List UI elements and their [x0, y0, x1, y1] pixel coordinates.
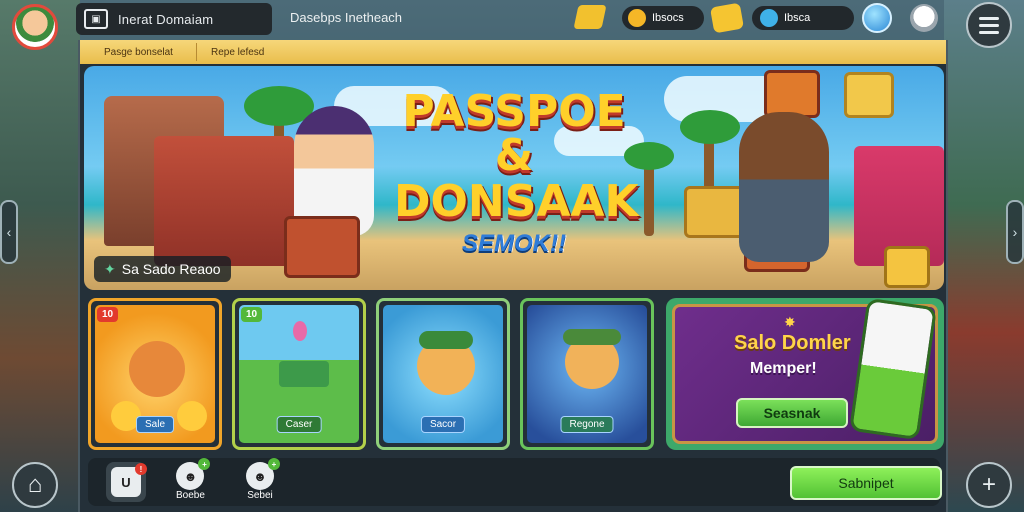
crate-illustration: [284, 216, 360, 278]
hamburger-menu-button[interactable]: [966, 2, 1012, 48]
banner-caption: ✦ Sa Sado Reaoo: [94, 256, 231, 282]
bottom-item-3[interactable]: ☻ + Sebei: [246, 458, 280, 501]
tab-secondary[interactable]: Repe lefesd: [196, 43, 278, 61]
inventory-icon: U !: [111, 463, 147, 497]
tab-row: Pasge bonselat Repe lefesd: [80, 40, 946, 64]
red-house-illustration: [154, 136, 294, 266]
logo-line-1: PASSPOE &: [402, 86, 626, 181]
tab-primary[interactable]: Pasge bonselat: [90, 43, 187, 61]
card-label: Caser: [276, 416, 322, 433]
gem-count: Ibsca: [784, 12, 811, 24]
card-label: Regone: [560, 416, 614, 433]
plus-icon: +: [981, 471, 996, 498]
game-card-1[interactable]: 10 Sale: [88, 298, 222, 450]
top-bar: ▣ Inerat Domaiam Dasebps Inetheach Ibsoc…: [0, 0, 1024, 50]
diamond-shop-icon[interactable]: [862, 3, 892, 33]
ticket-icon: [573, 5, 607, 29]
notification-dot: !: [135, 463, 147, 475]
gem-counter[interactable]: Ibsca: [752, 6, 854, 30]
inventory-button[interactable]: U !: [106, 462, 147, 502]
game-card-2[interactable]: 10 Caser: [232, 298, 366, 450]
gem-coin-icon: [760, 9, 778, 27]
game-card-4[interactable]: Regone: [520, 298, 654, 450]
cta-button[interactable]: Sabnipet: [790, 466, 942, 500]
logo-line-2: DONSAAK: [394, 176, 639, 227]
mascot-settings-icon[interactable]: [910, 4, 938, 32]
card-label: Sale: [135, 416, 175, 433]
chat-icon: ☻ +: [246, 458, 280, 490]
main-panel: Pasge bonselat Repe lefesd PASSPOE & DON…: [78, 40, 948, 512]
logo-line-3: SEMOK!!: [462, 230, 566, 257]
card-badge: 10: [97, 307, 119, 322]
promo-card[interactable]: ✸ Salo Domler Memper! Seasnak: [666, 297, 944, 450]
coin-icon: [628, 9, 646, 27]
ticket-counter[interactable]: Ibsocs: [622, 6, 704, 30]
sparkle-icon: ✦: [104, 260, 116, 277]
card-label: Sacor: [420, 416, 466, 433]
card-badge: 10: [241, 307, 263, 322]
bottom-item-2[interactable]: ☻ + Boebe: [176, 458, 211, 501]
friend-icon: ☻ +: [176, 458, 211, 490]
game-logo: PASSPOE & DONSAAK SEMOK!!: [394, 86, 639, 258]
promo-button[interactable]: Seasnak: [736, 398, 848, 428]
home-icon: ⌂: [27, 471, 43, 498]
bottom-item-3-label: Sebei: [247, 490, 273, 501]
game-card-3[interactable]: Sacor: [376, 298, 510, 450]
bottom-item-2-label: Boebe: [176, 490, 205, 501]
hero-banner[interactable]: PASSPOE & DONSAAK SEMOK!! ✦ Sa Sado Reao…: [84, 66, 944, 290]
home-button[interactable]: ⌂: [12, 462, 58, 508]
app-title: Inerat Domaiam: [118, 11, 214, 27]
promo-title: Salo Domler: [734, 332, 851, 354]
add-button[interactable]: +: [966, 462, 1012, 508]
bear-character: [739, 112, 829, 262]
banner-caption-text: Sa Sado Reaoo: [121, 261, 221, 277]
scroll-left-arrow[interactable]: ‹: [0, 200, 18, 264]
bottom-bar: U ! ☻ + Boebe ☻ + Sebei Sabnipet: [88, 458, 942, 506]
inbox-icon: ▣: [84, 9, 108, 29]
dice-icon: [709, 2, 745, 34]
star-icon: ✸: [784, 314, 796, 330]
ticket-count: Ibsocs: [652, 12, 684, 24]
player-avatar[interactable]: [12, 4, 58, 50]
title-pill[interactable]: ▣ Inerat Domaiam: [76, 3, 272, 35]
hamburger-icon: [979, 16, 999, 20]
header-subtitle: Dasebps Inetheach: [290, 10, 403, 25]
scroll-right-arrow[interactable]: ›: [1006, 200, 1024, 264]
promo-subtitle: Memper!: [750, 360, 817, 377]
